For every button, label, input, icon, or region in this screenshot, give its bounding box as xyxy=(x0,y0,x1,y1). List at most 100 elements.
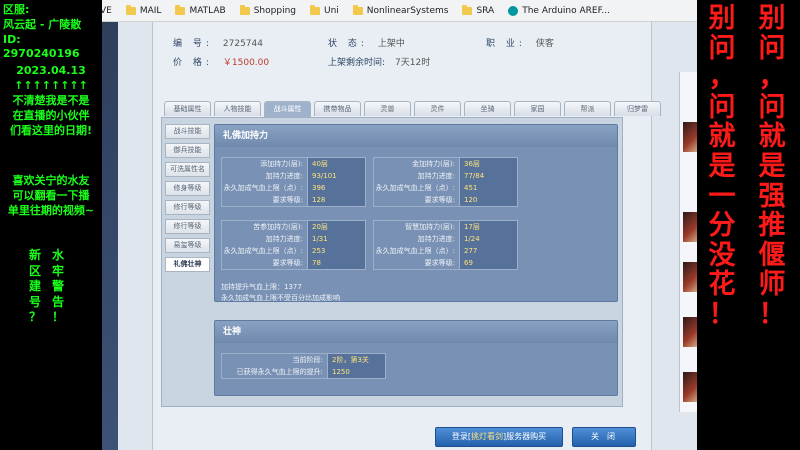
character-thumbnail[interactable] xyxy=(683,372,697,402)
id-value: 2725744 xyxy=(222,39,263,49)
stat-block: 当前阶段: 2阶，第3关 已获得永久气血上限的提升: 1250 xyxy=(221,353,386,379)
close-button[interactable]: 关闭 xyxy=(572,427,636,447)
subnav-item[interactable]: 修行等级 xyxy=(165,219,210,234)
arrow-row: ↑↑↑↑↑↑↑↑ xyxy=(14,79,88,92)
vchar: 师 xyxy=(758,269,786,301)
character-thumbnail[interactable] xyxy=(683,212,697,242)
stat-value: 120 xyxy=(459,194,517,206)
character-thumbnail[interactable] xyxy=(683,122,697,152)
vchar: 强 xyxy=(758,180,786,212)
stat-value: 277 xyxy=(459,245,517,257)
folder-icon xyxy=(462,4,473,15)
player-id: ID: 2970240196 xyxy=(3,33,80,60)
bookmark-uni[interactable]: Uni xyxy=(310,4,339,16)
stat-value: 253 xyxy=(307,245,365,257)
bookmark-label: Shopping xyxy=(253,5,296,16)
vchar: 就 xyxy=(758,121,786,153)
folder-icon xyxy=(352,4,363,15)
tab-items[interactable]: 携带物品 xyxy=(314,101,361,116)
vchar: 号 xyxy=(28,294,41,309)
arduino-icon xyxy=(508,5,519,16)
character-thumbnail[interactable] xyxy=(683,262,697,292)
vchar: ， xyxy=(708,62,736,94)
vchar: 问 xyxy=(758,32,786,64)
stat-value: 451 xyxy=(459,182,517,194)
vchar: 就 xyxy=(708,121,736,153)
time-row: 上架剩余时间: 7天12时 xyxy=(328,55,430,68)
stat-value: 77/84 xyxy=(459,170,517,182)
subnav-item[interactable]: 战斗技能 xyxy=(165,124,210,139)
tab-skills[interactable]: 人物技能 xyxy=(214,101,261,116)
stat-row: 已获得永久气血上限的提升: 1250 xyxy=(222,366,385,378)
vchar: 水 xyxy=(51,248,64,262)
vchar: 问 xyxy=(708,91,736,123)
stat-row: 加持力进度: 1/31 xyxy=(222,233,365,245)
stat-key: 要求等级: xyxy=(272,196,303,204)
subnav-item-active[interactable]: 礼佛壮神 xyxy=(165,257,210,272)
status-label: 状 态: xyxy=(328,39,368,49)
bookmark-mail[interactable]: MAIL xyxy=(125,4,161,16)
job-row: 职 业: 侠客 xyxy=(486,36,554,49)
notice-line: 不清楚我是不是 xyxy=(12,94,90,107)
tab-home[interactable]: 家园 xyxy=(514,101,561,116)
stat-value: 1250 xyxy=(327,366,385,378)
bookmark-sra[interactable]: SRA xyxy=(462,4,494,16)
vchar: 偃 xyxy=(758,239,786,271)
bookmark-label: Uni xyxy=(324,5,339,16)
stat-key: 金加持力(层): xyxy=(412,160,455,168)
bookmarks-bar: VE MAIL MATLAB Shopping Uni NonlinearSys… xyxy=(102,0,697,22)
vchar: 没 xyxy=(708,239,736,271)
vchar: 建 xyxy=(28,279,41,293)
vchar: ！ xyxy=(51,310,64,324)
notice-line: 可以翻看一下播 xyxy=(12,189,90,202)
stat-row: 加持力进度: 93/101 xyxy=(222,170,365,182)
vchar: 牢 xyxy=(51,263,64,278)
tab-mount[interactable]: 坐骑 xyxy=(464,101,511,116)
bookmark-matlab[interactable]: MATLAB xyxy=(175,4,226,16)
buy-on-server-button[interactable]: 登录[挑灯看剑]服务器购买 xyxy=(435,427,563,447)
subnav-item[interactable]: 御兵技能 xyxy=(165,143,210,158)
vchar: 警 xyxy=(51,279,64,293)
vchar: ？ xyxy=(28,310,41,324)
character-thumbnail[interactable] xyxy=(683,317,697,347)
vchar: 告 xyxy=(51,294,64,309)
vchar: ， xyxy=(758,62,786,94)
stat-value: 1/24 xyxy=(459,233,517,245)
tab-dream[interactable]: 归梦雷 xyxy=(614,101,661,116)
stat-key: 要求等级: xyxy=(272,259,303,267)
stat-key: 当前阶段: xyxy=(292,356,323,364)
bookmark-arduino[interactable]: The Arduino AREF... xyxy=(508,5,610,16)
bookmark-nonlinear[interactable]: NonlinearSystems xyxy=(352,4,448,16)
subnav-item[interactable]: 修身等级 xyxy=(165,181,210,196)
tab-combat[interactable]: 战斗属性 xyxy=(264,101,311,117)
stream-date: 2023.04.13 xyxy=(16,64,86,77)
tab-guild[interactable]: 帮派 xyxy=(564,101,611,116)
page-border-decoration xyxy=(102,22,118,450)
tab-bar: 基础属性 人物技能 战斗属性 携带物品 灵兽 灵件 坐骑 家园 帮派 归梦雷 xyxy=(164,101,664,117)
section-spirit: 壮神 当前阶段: 2阶，第3关 已获得永久气血上限的提升: 1250 xyxy=(214,320,618,396)
screen: 区服: 风云起 - 广陵散 ID: 2970240196 2023.04.13 … xyxy=(0,0,800,450)
tab-pet[interactable]: 灵兽 xyxy=(364,101,411,116)
bookmark-label: VE xyxy=(102,5,112,16)
stat-row: 要求等级: 69 xyxy=(374,257,517,269)
stat-value: 69 xyxy=(459,257,517,269)
stat-row: 永久加成气血上限（点）: 396 xyxy=(222,182,365,194)
bookmark-shopping[interactable]: Shopping xyxy=(239,4,296,16)
buy-label: ]服务器购买 xyxy=(503,432,547,441)
folder-icon xyxy=(239,4,250,15)
buy-label: 登录[ xyxy=(451,432,471,441)
bookmark-ve[interactable]: VE xyxy=(102,6,112,16)
stat-key: 添加持力(层): xyxy=(260,160,303,168)
stat-value: 1/31 xyxy=(307,233,365,245)
subnav-item[interactable]: 修行等级 xyxy=(165,200,210,215)
subnav-item[interactable]: 可洗属性名 xyxy=(165,162,210,177)
stat-value: 40层 xyxy=(307,158,365,170)
vchar: 别 xyxy=(758,3,786,34)
stat-key: 加持力进度: xyxy=(417,235,455,243)
stream-overlay-left: 区服: 风云起 - 广陵散 ID: 2970240196 2023.04.13 … xyxy=(0,0,102,450)
tab-spirit[interactable]: 灵件 xyxy=(414,101,461,116)
subnav-item[interactable]: 易玺等级 xyxy=(165,238,210,253)
bookmark-label: MATLAB xyxy=(189,5,226,16)
tab-basic[interactable]: 基础属性 xyxy=(164,101,211,116)
vchar: 问 xyxy=(758,91,786,123)
